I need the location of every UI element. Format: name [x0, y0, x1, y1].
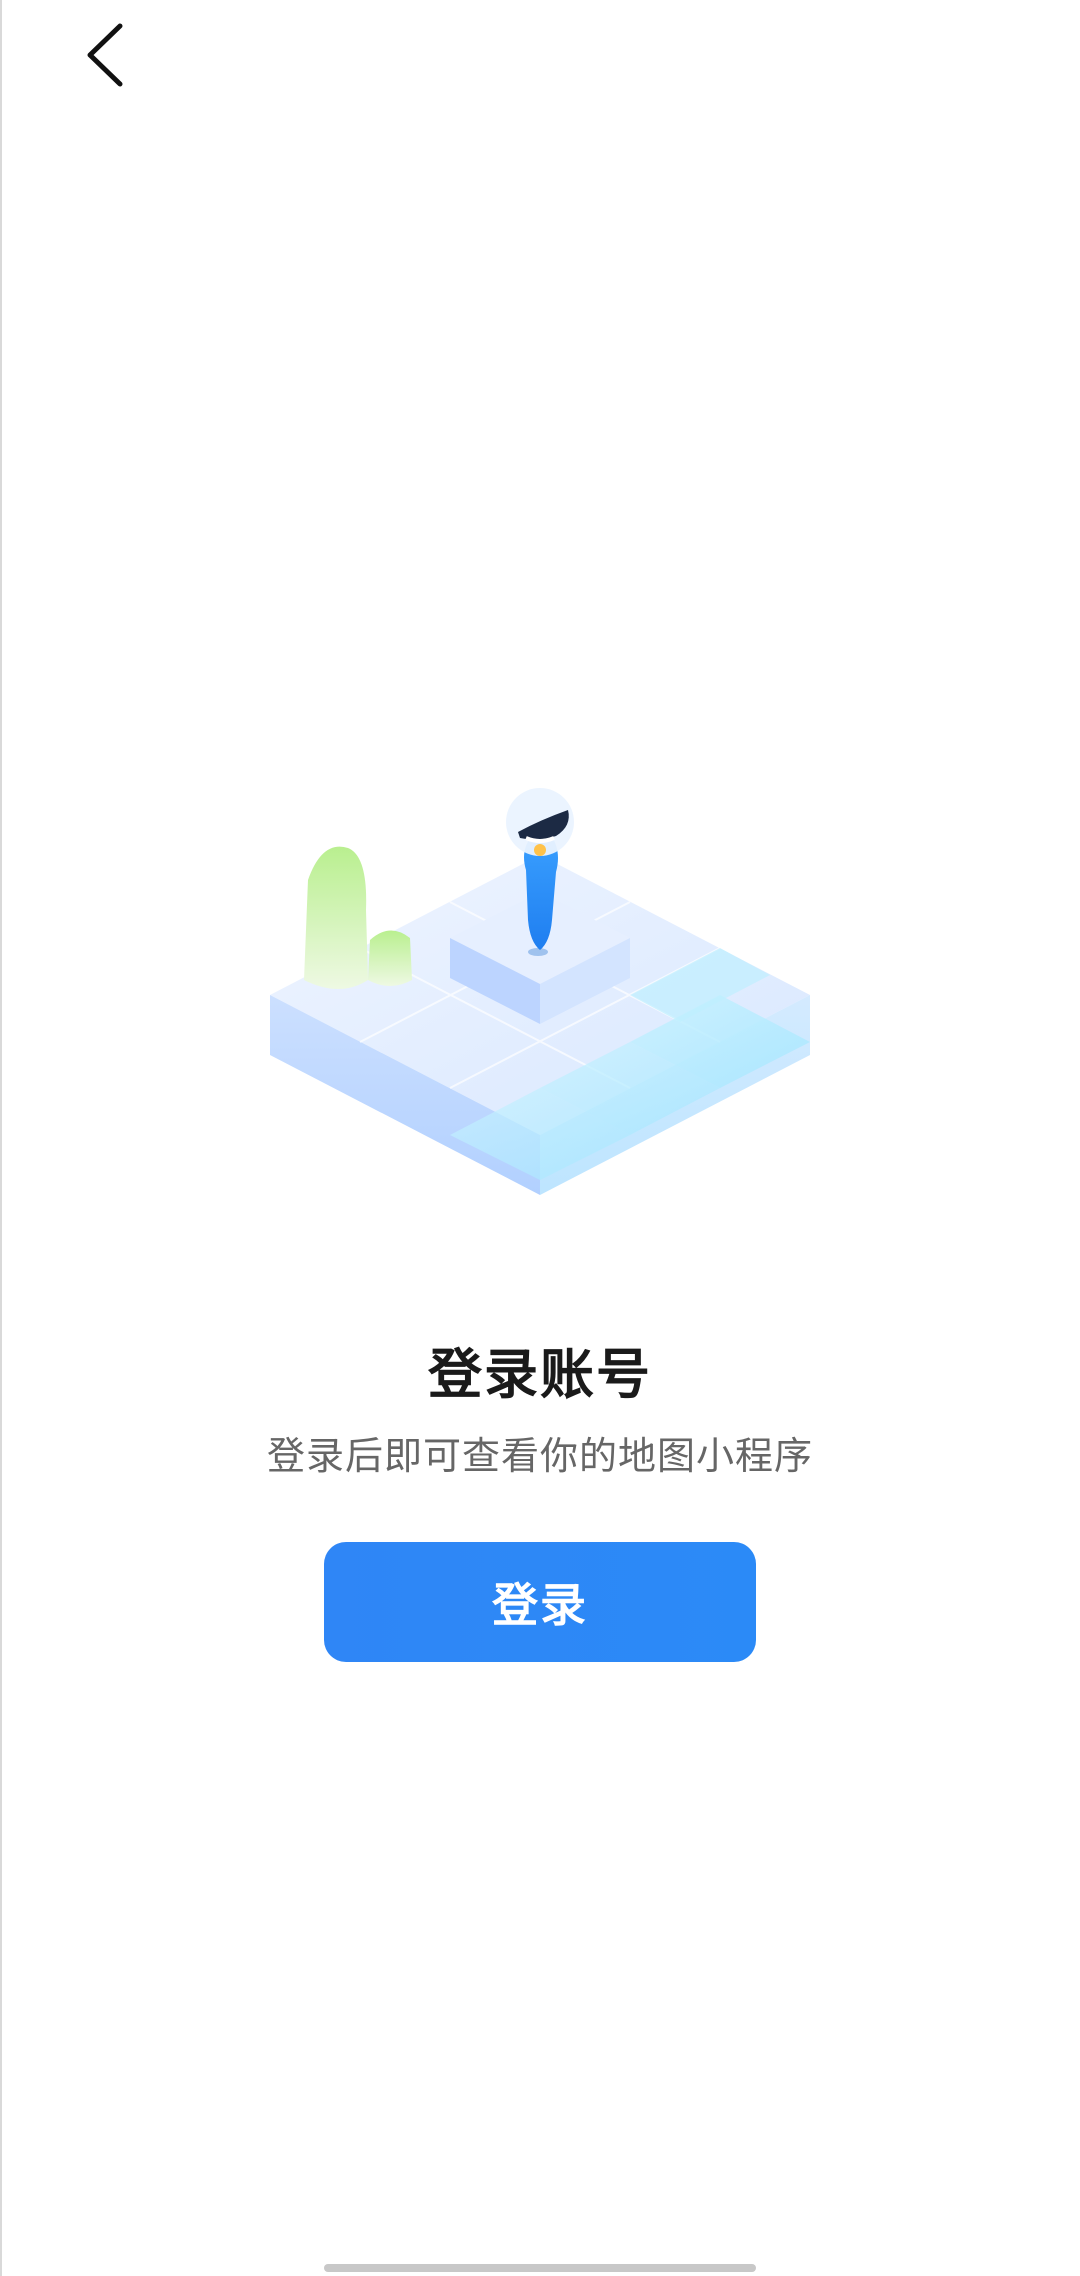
login-button[interactable]: 登录 — [324, 1542, 756, 1662]
page-subtitle: 登录后即可查看你的地图小程序 — [266, 1434, 813, 1478]
chevron-left-icon — [87, 23, 123, 87]
back-button[interactable] — [60, 10, 150, 100]
isometric-map-illustration — [270, 788, 810, 1195]
page-title: 登录账号 — [428, 1343, 652, 1406]
home-indicator — [324, 2264, 756, 2272]
screen-edge-divider — [0, 0, 2, 2276]
